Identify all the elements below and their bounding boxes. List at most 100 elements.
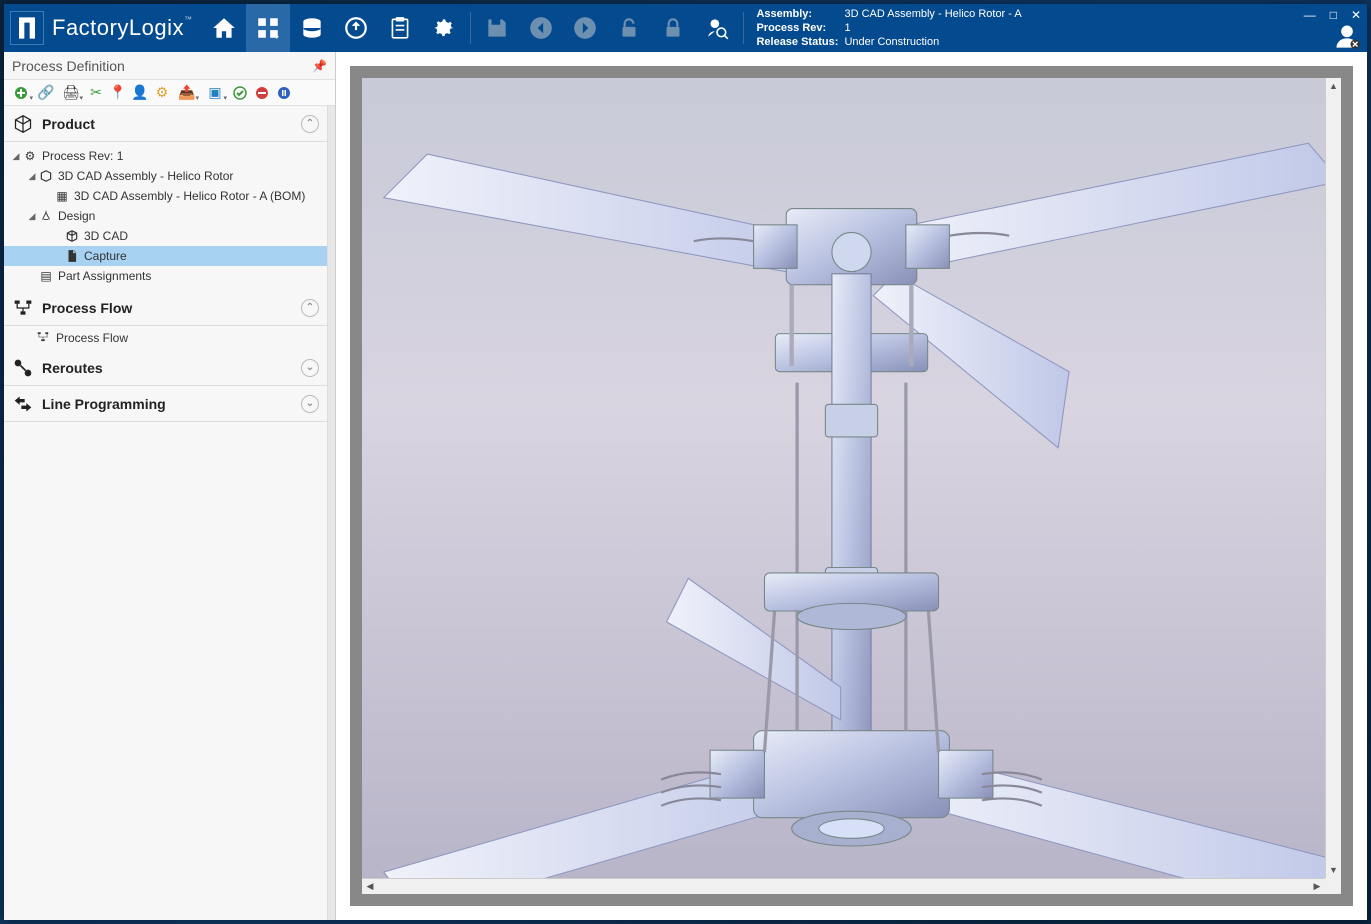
flow-icon [12, 297, 34, 319]
assembly-value: 3D CAD Assembly - Helico Rotor - A [844, 7, 1021, 21]
tree-label: Process Rev: 1 [42, 149, 321, 163]
mini-toolbar: 🔗 🖨 ✂ 📍 👤 ⚙ 📤 ▣ [4, 80, 335, 106]
tree-label: 3D CAD Assembly - Helico Rotor - A (BOM) [74, 189, 321, 203]
nav-forward-button[interactable] [563, 4, 607, 52]
compass-icon [38, 208, 54, 224]
cad-rotor-rendering [362, 78, 1341, 906]
flow-small-icon [36, 330, 50, 347]
tree-label: Capture [84, 249, 321, 263]
unlock-button[interactable] [607, 4, 651, 52]
process-flow-item[interactable]: Process Flow [4, 326, 327, 350]
scroll-up-icon[interactable]: ▲ [1326, 78, 1341, 94]
ribbon-separator [470, 12, 471, 44]
viewport-scrollbar-horizontal[interactable]: ◀ ▶ [362, 878, 1325, 894]
chevron-down-icon[interactable]: ◢ [26, 211, 38, 222]
viewport-scrollbar-vertical[interactable]: ▲ ▼ [1325, 78, 1341, 878]
scroll-left-icon[interactable]: ◀ [362, 879, 378, 894]
viewport[interactable]: ▲ ▼ ◀ ▶ [350, 66, 1353, 906]
ribbon-separator-2 [743, 12, 744, 44]
database-button[interactable] [290, 4, 334, 52]
arrows-icon [12, 393, 34, 415]
process-rev-value: 1 [844, 21, 850, 35]
tree-3d-cad[interactable]: 3D CAD [4, 226, 327, 246]
tree-design[interactable]: ◢ Design [4, 206, 327, 226]
export-button[interactable]: 📤 [174, 83, 200, 103]
pin-tool-button[interactable]: 📍 [108, 83, 128, 103]
ribbon: FactoryLogix™ [4, 4, 1367, 52]
link-button[interactable]: 🔗 [36, 83, 56, 103]
add-button[interactable] [8, 83, 34, 103]
section-line-programming[interactable]: Line Programming ⌄ [4, 386, 327, 422]
gear-tool-button[interactable]: ⚙ [152, 83, 172, 103]
section-reroutes-label: Reroutes [42, 360, 103, 376]
tree-assembly[interactable]: ◢ 3D CAD Assembly - Helico Rotor [4, 166, 327, 186]
section-process-flow-label: Process Flow [42, 300, 132, 316]
print-button[interactable]: 🖨 [58, 83, 84, 103]
remove-button[interactable] [252, 83, 272, 103]
grid-edit-button[interactable] [246, 4, 290, 52]
layers-button[interactable]: ▣ [202, 83, 228, 103]
sidebar-scrollbar[interactable] [327, 106, 335, 920]
chevron-down-icon[interactable]: ◢ [10, 151, 22, 162]
chevron-down-icon[interactable]: ◢ [26, 171, 38, 182]
ribbon-toolbar [202, 4, 739, 52]
main-area: Process Definition 📌 🔗 🖨 ✂ 📍 👤 ⚙ 📤 ▣ [4, 52, 1367, 920]
list-icon: ▦ [54, 188, 70, 204]
list-icon: ▤ [38, 268, 54, 284]
user-account-button[interactable] [1333, 22, 1361, 50]
lock-button[interactable] [651, 4, 695, 52]
cube-outline-icon [38, 168, 54, 184]
app-logo-icon [10, 11, 44, 45]
section-product-label: Product [42, 116, 95, 132]
section-line-programming-label: Line Programming [42, 396, 166, 412]
collapse-up-icon[interactable]: ⌃ [301, 299, 319, 317]
panel-title: Process Definition [12, 58, 125, 74]
scroll-right-icon[interactable]: ▶ [1309, 879, 1325, 894]
user-tool-button[interactable]: 👤 [130, 83, 150, 103]
nav-back-button[interactable] [519, 4, 563, 52]
tree-capture[interactable]: Capture [4, 246, 327, 266]
panel-header: Process Definition 📌 [4, 52, 335, 80]
clipboard-button[interactable] [378, 4, 422, 52]
tree-label: Design [58, 209, 321, 223]
section-reroutes[interactable]: Reroutes ⌄ [4, 350, 327, 386]
tree-label: 3D CAD Assembly - Helico Rotor [58, 169, 321, 183]
cube-icon [64, 228, 80, 244]
collapse-up-icon[interactable]: ⌃ [301, 115, 319, 133]
tree-bom[interactable]: ▦ 3D CAD Assembly - Helico Rotor - A (BO… [4, 186, 327, 206]
section-process-flow[interactable]: Process Flow ⌃ [4, 290, 327, 326]
section-product[interactable]: Product ⌃ [4, 106, 327, 142]
app-name: FactoryLogix™ [52, 15, 192, 41]
gears-icon: ⚙ [22, 148, 38, 164]
sidebar: Process Definition 📌 🔗 🖨 ✂ 📍 👤 ⚙ 📤 ▣ [4, 52, 336, 920]
search-user-button[interactable] [695, 4, 739, 52]
approve-button[interactable] [230, 83, 250, 103]
close-button[interactable]: ✕ [1351, 8, 1361, 22]
maximize-button[interactable]: □ [1330, 8, 1337, 22]
sync-button[interactable] [334, 4, 378, 52]
app-window: FactoryLogix™ [4, 4, 1367, 920]
release-status-label: Release Status: [756, 35, 844, 49]
reroute-icon [12, 357, 34, 379]
scroll-down-icon[interactable]: ▼ [1326, 862, 1341, 878]
process-flow-item-label: Process Flow [56, 331, 128, 345]
settings-button[interactable] [422, 4, 466, 52]
pause-button[interactable] [274, 83, 294, 103]
product-tree: ◢ ⚙ Process Rev: 1 ◢ 3D CAD Assembly - H… [4, 142, 327, 290]
header-info: Assembly: 3D CAD Assembly - Helico Rotor… [756, 7, 1367, 49]
document-icon [64, 248, 80, 264]
viewport-container: ▲ ▼ ◀ ▶ [336, 52, 1367, 920]
tree-process-rev[interactable]: ◢ ⚙ Process Rev: 1 [4, 146, 327, 166]
window-frame: FactoryLogix™ [0, 0, 1371, 924]
minimize-button[interactable]: — [1304, 8, 1316, 22]
window-controls: — □ ✕ [1304, 8, 1361, 22]
tree-part-assignments[interactable]: ▤ Part Assignments [4, 266, 327, 286]
save-button[interactable] [475, 4, 519, 52]
home-button[interactable] [202, 4, 246, 52]
expand-down-icon[interactable]: ⌄ [301, 395, 319, 413]
cube-icon [12, 113, 34, 135]
pin-icon[interactable]: 📌 [312, 59, 327, 73]
assembly-label: Assembly: [756, 7, 844, 21]
expand-down-icon[interactable]: ⌄ [301, 359, 319, 377]
cut-button[interactable]: ✂ [86, 83, 106, 103]
